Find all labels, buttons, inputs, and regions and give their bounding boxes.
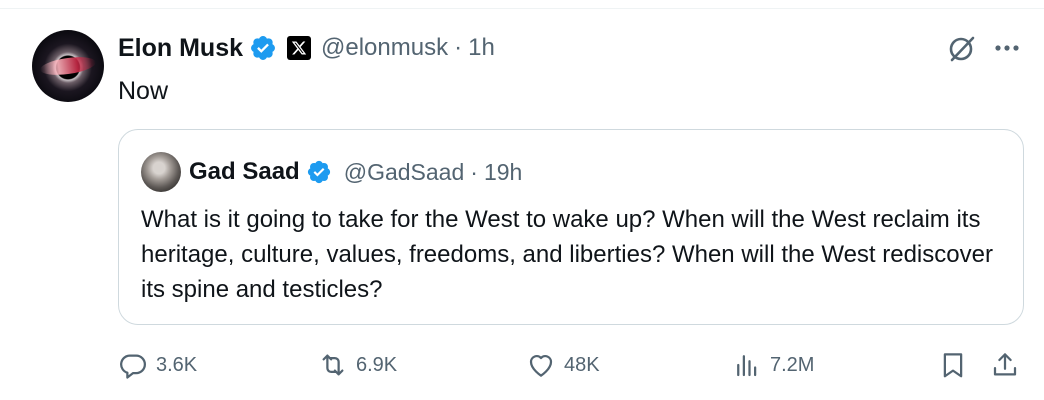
quote-tweet-card[interactable]: Gad Saad @GadSaad · 19h What is it going…	[118, 129, 1024, 325]
reply-button[interactable]: 3.6K	[118, 345, 197, 385]
views-bar-chart-icon	[737, 355, 757, 377]
bookmark-button[interactable]	[938, 345, 968, 385]
author-avatar[interactable]	[32, 30, 104, 102]
repost-icon	[322, 354, 344, 376]
verified-badge-icon	[307, 160, 330, 184]
reply-icon	[120, 354, 146, 379]
separator-dot: ·	[470, 158, 478, 185]
author-handle[interactable]: @elonmusk	[321, 34, 448, 62]
verified-badge-icon[interactable]	[249, 34, 277, 62]
share-button[interactable]	[990, 345, 1020, 385]
like-button[interactable]: 48K	[526, 345, 600, 385]
x-logo-icon[interactable]	[287, 36, 312, 60]
action-bar: 3.6K 6.9K 48K 7.2M	[118, 345, 1024, 385]
tweet-header: Elon Musk @elonmusk · 1h	[118, 30, 495, 66]
top-divider	[0, 8, 1044, 9]
author-name[interactable]: Elon Musk	[118, 34, 243, 63]
grok-icon[interactable]	[946, 33, 978, 65]
bookmark-icon	[943, 353, 963, 378]
views-button[interactable]: 7.2M	[732, 345, 814, 385]
repost-count: 6.9K	[356, 353, 398, 376]
quote-author-avatar[interactable]	[141, 152, 181, 192]
tweet-text: Now	[118, 77, 169, 105]
quote-author-name[interactable]: Gad Saad	[189, 158, 300, 186]
share-icon	[993, 353, 1017, 376]
quote-timestamp[interactable]: 19h	[484, 159, 522, 186]
quote-text: What is it going to take for the West to…	[141, 206, 993, 303]
heart-icon	[529, 355, 553, 377]
like-count: 48K	[564, 353, 600, 376]
quote-author-handle[interactable]: @GadSaad	[344, 159, 465, 186]
repost-button[interactable]: 6.9K	[318, 345, 397, 385]
separator-dot: ·	[454, 34, 463, 61]
more-icon[interactable]	[992, 36, 1022, 60]
quote-header: Gad Saad @GadSaad · 19h	[189, 154, 522, 190]
tweet-timestamp[interactable]: 1h	[468, 34, 495, 62]
reply-count: 3.6K	[156, 353, 198, 376]
views-count: 7.2M	[770, 353, 815, 376]
